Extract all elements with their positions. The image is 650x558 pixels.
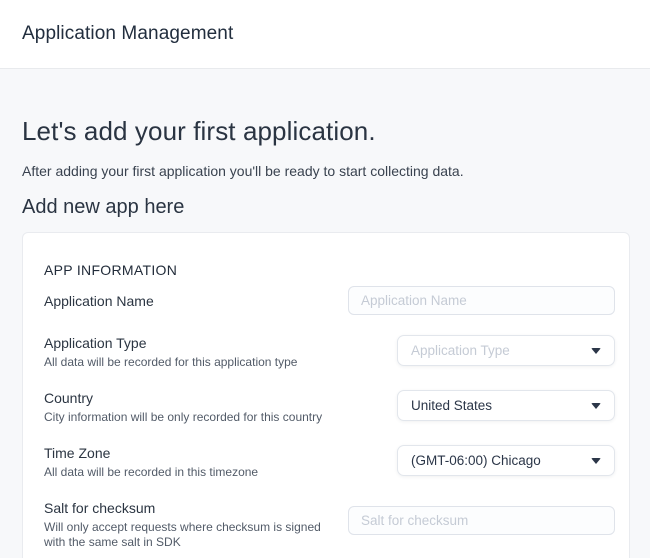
control-application-type: Application Type <box>397 335 615 366</box>
field-helper-salt-for-checksum: Will only accept requests where checksum… <box>44 520 340 550</box>
field-label-country: Country <box>44 390 344 407</box>
field-row-salt-for-checksum: Salt for checksum Will only accept reque… <box>44 500 615 550</box>
field-text-application-name: Application Name <box>44 286 344 310</box>
application-type-select[interactable]: Application Type <box>397 335 615 366</box>
page-title: Application Management <box>22 23 233 45</box>
salt-for-checksum-input[interactable] <box>348 506 615 535</box>
app-information-card: APP INFORMATION Application Name Applica… <box>22 232 630 558</box>
main-content: Let's add your first application. After … <box>0 116 650 558</box>
control-time-zone: (GMT-06:00) Chicago <box>397 445 615 476</box>
application-name-input[interactable] <box>348 286 615 315</box>
field-text-time-zone: Time Zone All data will be recorded in t… <box>44 445 344 480</box>
time-zone-select-value: (GMT-06:00) Chicago <box>411 453 541 468</box>
chevron-down-icon <box>591 348 601 354</box>
field-row-application-type: Application Type All data will be record… <box>44 335 615 370</box>
hero-title: Let's add your first application. <box>22 116 630 147</box>
field-label-application-type: Application Type <box>44 335 344 352</box>
field-text-salt-for-checksum: Salt for checksum Will only accept reque… <box>44 500 344 550</box>
page-header: Application Management <box>0 0 650 69</box>
control-country: United States <box>397 390 615 421</box>
field-helper-time-zone: All data will be recorded in this timezo… <box>44 465 340 480</box>
field-text-country: Country City information will be only re… <box>44 390 344 425</box>
field-helper-application-type: All data will be recorded for this appli… <box>44 355 340 370</box>
application-type-select-value: Application Type <box>411 343 510 358</box>
field-label-application-name: Application Name <box>44 286 344 310</box>
field-row-country: Country City information will be only re… <box>44 390 615 425</box>
field-text-application-type: Application Type All data will be record… <box>44 335 344 370</box>
chevron-down-icon <box>591 458 601 464</box>
add-new-app-heading: Add new app here <box>22 196 630 219</box>
field-label-salt-for-checksum: Salt for checksum <box>44 500 344 517</box>
country-select-value: United States <box>411 398 492 413</box>
time-zone-select[interactable]: (GMT-06:00) Chicago <box>397 445 615 476</box>
field-label-time-zone: Time Zone <box>44 445 344 462</box>
field-row-time-zone: Time Zone All data will be recorded in t… <box>44 445 615 480</box>
field-row-application-name: Application Name <box>44 286 615 315</box>
country-select[interactable]: United States <box>397 390 615 421</box>
control-salt-for-checksum <box>348 500 615 535</box>
control-application-name <box>348 286 615 315</box>
field-helper-country: City information will be only recorded f… <box>44 410 340 425</box>
card-section-title: APP INFORMATION <box>44 262 615 278</box>
hero-subtitle: After adding your first application you'… <box>22 163 630 179</box>
chevron-down-icon <box>591 403 601 409</box>
